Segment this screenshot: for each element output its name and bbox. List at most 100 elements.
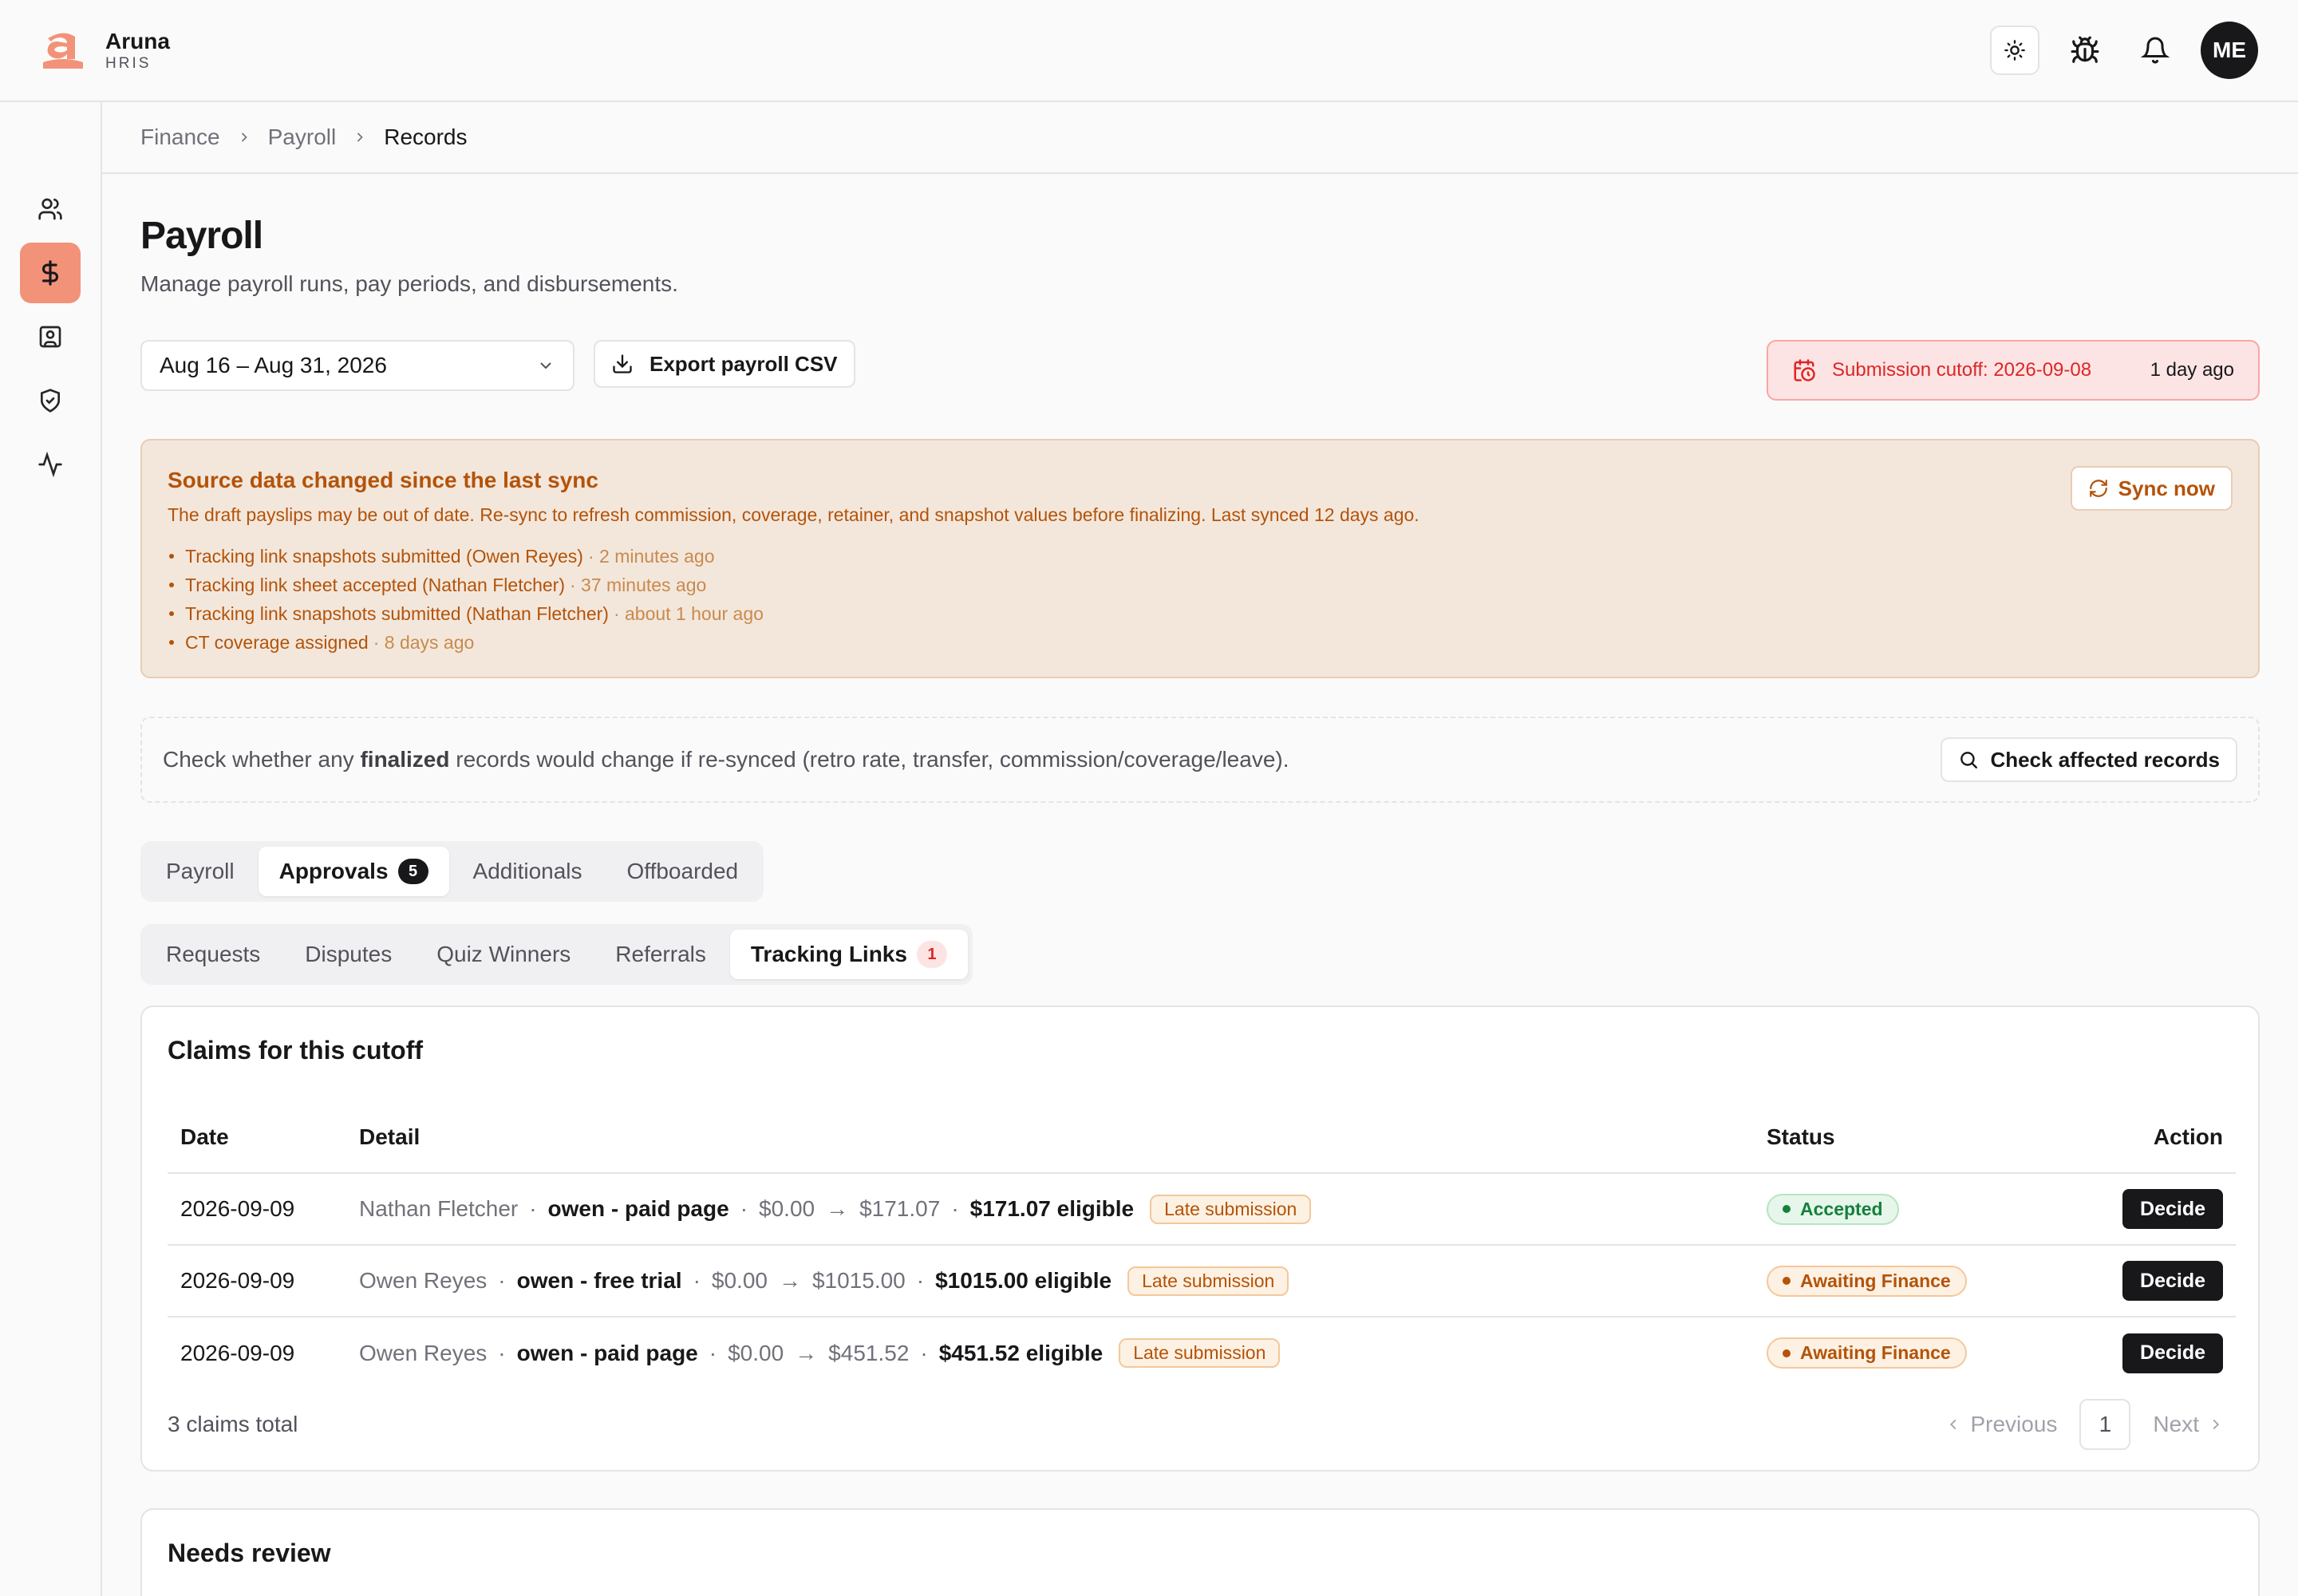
decide-button[interactable]: Decide [2122, 1189, 2223, 1229]
column-header-date: Date [168, 1101, 346, 1174]
check-text: Check whether any finalized records woul… [163, 747, 1289, 772]
decide-button[interactable]: Decide [2122, 1333, 2223, 1373]
tab-additionals[interactable]: Additionals [452, 847, 603, 896]
claims-footer: 3 claims total Previous 1 Next [168, 1398, 2233, 1451]
tab-offboarded[interactable]: Offboarded [606, 847, 760, 896]
chevron-right-icon [2213, 1419, 2220, 1430]
cutoff-ago: 1 day ago [2150, 359, 2234, 381]
needs-review-title: Needs review [168, 1539, 331, 1567]
user-avatar[interactable]: ME [2201, 22, 2258, 79]
sidebar-item-security[interactable] [20, 370, 81, 431]
chevron-left-icon [1950, 1419, 1956, 1430]
pay-period-value: Aug 16 – Aug 31, 2026 [160, 353, 387, 377]
check-affected-bar: Check whether any finalized records woul… [140, 717, 2260, 803]
claim-from: $0.00 [759, 1196, 815, 1221]
claims-total: 3 claims total [168, 1412, 298, 1436]
approval-subtabs: Requests Disputes Quiz Winners Referrals… [140, 924, 973, 985]
tab-label: Referrals [615, 942, 706, 966]
sync-now-button[interactable]: Sync now [2070, 466, 2233, 511]
chevron-right-icon [357, 132, 363, 142]
export-payroll-csv-button[interactable]: Export payroll CSV [594, 340, 855, 388]
claims-title: Claims for this cutoff [168, 1036, 424, 1065]
app-name: Aruna [105, 29, 170, 53]
table-header-row: Date Detail Status Action [168, 1101, 2236, 1174]
download-icon [613, 354, 632, 373]
claim-person: Owen Reyes [359, 1340, 488, 1365]
subtab-requests[interactable]: Requests [145, 930, 281, 979]
app-subtitle: HRIS [105, 55, 152, 72]
subtab-disputes[interactable]: Disputes [284, 930, 413, 979]
sidebar-item-activity[interactable] [20, 434, 81, 495]
arrow-right-icon: → [778, 1268, 801, 1293]
table-row: 2026-09-09 Owen Reyes · owen - paid page ·… [168, 1317, 2236, 1389]
breadcrumb-payroll[interactable]: Payroll [268, 124, 337, 150]
breadcrumb-finance[interactable]: Finance [140, 124, 220, 150]
claim-date: 2026-09-09 [168, 1173, 346, 1246]
claim-status: Accepted [1754, 1173, 2057, 1246]
tab-approvals[interactable]: Approvals 5 [258, 847, 449, 896]
claims-card: Claims for this cutoff Date Detail Statu… [140, 1005, 2260, 1472]
submission-cutoff-banner: Submission cutoff: 2026-09-08 1 day ago [1767, 340, 2260, 401]
column-header-detail: Detail [346, 1101, 1754, 1174]
change-text: CT coverage assigned [185, 631, 369, 653]
late-submission-badge: Late submission [1150, 1194, 1312, 1224]
claim-link: owen - paid page [547, 1196, 729, 1221]
sidebar-item-people[interactable] [20, 179, 81, 239]
status-label: Awaiting Finance [1800, 1342, 1951, 1364]
check-text-bold: finalized [360, 747, 450, 772]
subtab-quiz-winners[interactable]: Quiz Winners [416, 930, 591, 979]
bell-icon [2141, 37, 2170, 64]
report-bug-button[interactable] [2060, 26, 2110, 75]
chevron-right-icon [241, 132, 247, 142]
arrow-right-icon: → [795, 1340, 818, 1365]
brand[interactable]: Aruna HRIS [40, 27, 170, 73]
claim-status: Awaiting Finance [1754, 1245, 2057, 1317]
check-affected-records-button[interactable]: Check affected records [1941, 737, 2237, 782]
table-row: 2026-09-09 Nathan Fletcher · owen - paid … [168, 1173, 2236, 1246]
claim-detail: Owen Reyes · owen - paid page · $0.00 → $451… [346, 1317, 1754, 1389]
page-1-button[interactable]: 1 [2079, 1399, 2131, 1450]
sidebar [0, 102, 102, 1596]
change-text: Tracking link snapshots submitted (Owen … [185, 545, 583, 567]
status-badge: Accepted [1767, 1193, 1899, 1225]
list-item: Tracking link sheet accepted (Nathan Fle… [168, 571, 2233, 599]
shield-check-icon [41, 389, 60, 413]
change-time: · 37 minutes ago [569, 574, 707, 595]
calendar-clock-icon [1794, 359, 1815, 381]
activity-icon [38, 452, 62, 477]
notifications-button[interactable] [2130, 26, 2180, 75]
pay-period-select[interactable]: Aug 16 – Aug 31, 2026 [140, 340, 574, 391]
status-badge: Awaiting Finance [1767, 1337, 1967, 1369]
claim-date: 2026-09-09 [168, 1245, 346, 1317]
tab-label: Requests [166, 942, 261, 966]
tab-label: Quiz Winners [436, 942, 571, 966]
decide-button[interactable]: Decide [2122, 1261, 2223, 1301]
sun-icon [2004, 40, 2025, 61]
claim-from: $0.00 [728, 1340, 784, 1365]
claim-from: $0.00 [711, 1268, 768, 1293]
users-icon [38, 198, 62, 220]
subtab-tracking-links[interactable]: Tracking Links 1 [729, 930, 968, 979]
claim-person: Owen Reyes [359, 1268, 488, 1293]
sidebar-item-finance[interactable] [20, 243, 81, 303]
tracking-links-count-badge: 1 [916, 941, 947, 968]
previous-page-button[interactable]: Previous [1937, 1412, 2065, 1437]
claim-action: Decide [2057, 1173, 2236, 1246]
alert-change-list: Tracking link snapshots submitted (Owen … [168, 542, 2233, 657]
claim-to: $451.52 [828, 1340, 910, 1365]
breadcrumb-records: Records [384, 124, 468, 149]
claim-action: Decide [2057, 1245, 2236, 1317]
tab-payroll[interactable]: Payroll [145, 847, 255, 896]
sidebar-item-directory[interactable] [20, 306, 81, 367]
claim-to: $171.07 [859, 1196, 941, 1221]
check-text-after: records would change if re-synced (retro… [456, 747, 1289, 772]
subtab-referrals[interactable]: Referrals [594, 930, 727, 979]
next-page-button[interactable]: Next [2145, 1412, 2233, 1437]
theme-toggle-button[interactable] [1990, 26, 2039, 75]
status-label: Accepted [1800, 1198, 1883, 1219]
source-data-changed-alert: Source data changed since the last sync … [140, 439, 2260, 678]
claim-link: owen - paid page [516, 1340, 698, 1365]
refresh-icon [2089, 480, 2107, 497]
change-time: · 8 days ago [373, 631, 475, 653]
alert-title: Source data changed since the last sync [168, 468, 598, 492]
